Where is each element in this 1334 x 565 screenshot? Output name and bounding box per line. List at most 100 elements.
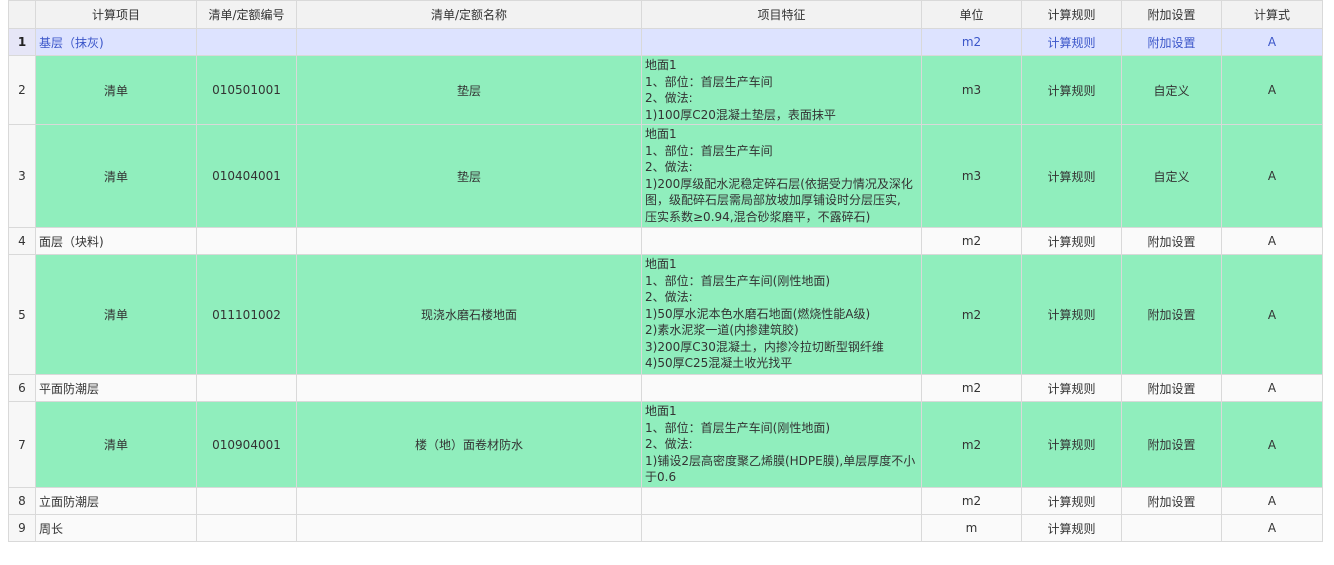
cell-calc-item[interactable]: 平面防潮层 xyxy=(35,374,197,402)
cell-unit[interactable]: m2 xyxy=(921,374,1022,402)
feature-line: 1、部位：首层生产车间 xyxy=(645,74,773,89)
cell-calc-item[interactable]: 立面防潮层 xyxy=(35,487,197,515)
cell-calc-item[interactable]: 清单 xyxy=(35,124,197,228)
cell-feature[interactable] xyxy=(641,28,922,56)
table-row[interactable]: 7 清单 010904001 楼（地）面卷材防水 地面1 1、部位：首层生产车间(刚性地面… xyxy=(8,401,1323,488)
table-row[interactable]: 8 立面防潮层 m2 计算规则 附加设置 A xyxy=(8,487,1323,515)
table-row[interactable]: 5 清单 011101002 现浇水磨石楼地面 地面1 1、部位：首层生产车间(刚性地面)… xyxy=(8,254,1323,375)
cell-feature[interactable]: 地面1 1、部位：首层生产车间(刚性地面) 2、做法: 1)铺设2层高密度聚乙烯膜(H… xyxy=(641,401,922,488)
row-number[interactable]: 7 xyxy=(8,401,36,488)
row-number[interactable]: 3 xyxy=(8,124,36,228)
header-unit[interactable]: 单位 xyxy=(921,0,1022,29)
cell-calc-rule[interactable]: 计算规则 xyxy=(1021,374,1122,402)
cell-code[interactable] xyxy=(196,487,297,515)
cell-unit[interactable]: m2 xyxy=(921,227,1022,255)
table-row[interactable]: 4 面层（块料) m2 计算规则 附加设置 A xyxy=(8,227,1323,255)
cell-extra-settings[interactable]: 自定义 xyxy=(1121,124,1222,228)
cell-name[interactable] xyxy=(296,227,642,255)
cell-feature[interactable] xyxy=(641,227,922,255)
cell-unit[interactable]: m2 xyxy=(921,487,1022,515)
cell-extra-settings[interactable]: 附加设置 xyxy=(1121,227,1222,255)
cell-calc-item[interactable]: 清单 xyxy=(35,254,197,375)
cell-unit[interactable]: m3 xyxy=(921,124,1022,228)
cell-calc-item[interactable]: 基层（抹灰) xyxy=(35,28,197,56)
cell-formula[interactable]: A xyxy=(1221,487,1323,515)
cell-name[interactable]: 垫层 xyxy=(296,124,642,228)
cell-extra-settings[interactable]: 附加设置 xyxy=(1121,401,1222,488)
cell-code[interactable] xyxy=(196,374,297,402)
cell-formula[interactable]: A xyxy=(1221,254,1323,375)
cell-calc-rule[interactable]: 计算规则 xyxy=(1021,401,1122,488)
row-number[interactable]: 9 xyxy=(8,514,36,542)
cell-feature[interactable]: 地面1 1、部位：首层生产车间 2、做法: 1)200厚级配水泥稳定碎石层(依据受力情… xyxy=(641,124,922,228)
row-number[interactable]: 5 xyxy=(8,254,36,375)
cell-code[interactable]: 010404001 xyxy=(196,124,297,228)
cell-calc-rule[interactable]: 计算规则 xyxy=(1021,487,1122,515)
cell-unit[interactable]: m3 xyxy=(921,55,1022,125)
cell-calc-rule[interactable]: 计算规则 xyxy=(1021,28,1122,56)
cell-code[interactable]: 010501001 xyxy=(196,55,297,125)
cell-name[interactable]: 垫层 xyxy=(296,55,642,125)
cell-code[interactable]: 010904001 xyxy=(196,401,297,488)
table-row[interactable]: 6 平面防潮层 m2 计算规则 附加设置 A xyxy=(8,374,1323,402)
cell-formula[interactable]: A xyxy=(1221,55,1323,125)
table-row[interactable]: 9 周长 m 计算规则 A xyxy=(8,514,1323,542)
cell-code[interactable]: 011101002 xyxy=(196,254,297,375)
table-row[interactable]: 2 清单 010501001 垫层 地面1 1、部位：首层生产车间 2、做法: 1)100厚C… xyxy=(8,55,1323,125)
cell-feature[interactable]: 地面1 1、部位：首层生产车间(刚性地面) 2、做法: 1)50厚水泥本色水磨石地面(… xyxy=(641,254,922,375)
cell-calc-item[interactable]: 面层（块料) xyxy=(35,227,197,255)
cell-extra-settings[interactable]: 附加设置 xyxy=(1121,487,1222,515)
cell-name[interactable] xyxy=(296,374,642,402)
cell-code[interactable] xyxy=(196,514,297,542)
cell-calc-rule[interactable]: 计算规则 xyxy=(1021,227,1122,255)
cell-name[interactable] xyxy=(296,487,642,515)
table-row[interactable]: 3 清单 010404001 垫层 地面1 1、部位：首层生产车间 2、做法: 1)200厚级… xyxy=(8,124,1323,228)
cell-feature[interactable] xyxy=(641,374,922,402)
table-row[interactable]: 1 基层（抹灰) m2 计算规则 附加设置 A xyxy=(8,28,1323,56)
header-code[interactable]: 清单/定额编号 xyxy=(196,0,297,29)
cell-formula[interactable]: A xyxy=(1221,374,1323,402)
cell-name[interactable] xyxy=(296,28,642,56)
cell-calc-rule[interactable]: 计算规则 xyxy=(1021,254,1122,375)
row-number[interactable]: 1 xyxy=(8,28,36,56)
cell-unit[interactable]: m2 xyxy=(921,401,1022,488)
cell-feature[interactable] xyxy=(641,487,922,515)
cell-feature[interactable]: 地面1 1、部位：首层生产车间 2、做法: 1)100厚C20混凝土垫层，表面抹平 xyxy=(641,55,922,125)
header-calc-item[interactable]: 计算项目 xyxy=(35,0,197,29)
cell-name[interactable]: 楼（地）面卷材防水 xyxy=(296,401,642,488)
cell-calc-rule[interactable]: 计算规则 xyxy=(1021,55,1122,125)
cell-unit[interactable]: m xyxy=(921,514,1022,542)
row-number[interactable]: 2 xyxy=(8,55,36,125)
cell-formula[interactable]: A xyxy=(1221,514,1323,542)
cell-formula[interactable]: A xyxy=(1221,124,1323,228)
header-formula[interactable]: 计算式 xyxy=(1221,0,1323,29)
cell-calc-item[interactable]: 周长 xyxy=(35,514,197,542)
cell-formula[interactable]: A xyxy=(1221,227,1323,255)
row-number[interactable]: 8 xyxy=(8,487,36,515)
cell-feature[interactable] xyxy=(641,514,922,542)
header-calc-rule[interactable]: 计算规则 xyxy=(1021,0,1122,29)
header-feature[interactable]: 项目特征 xyxy=(641,0,922,29)
cell-code[interactable] xyxy=(196,227,297,255)
cell-extra-settings[interactable]: 附加设置 xyxy=(1121,28,1222,56)
header-name[interactable]: 清单/定额名称 xyxy=(296,0,642,29)
cell-formula[interactable]: A xyxy=(1221,28,1323,56)
cell-unit[interactable]: m2 xyxy=(921,28,1022,56)
header-extra-settings[interactable]: 附加设置 xyxy=(1121,0,1222,29)
cell-calc-rule[interactable]: 计算规则 xyxy=(1021,124,1122,228)
feature-line: 地面1 xyxy=(645,127,677,141)
row-number[interactable]: 6 xyxy=(8,374,36,402)
cell-calc-rule[interactable]: 计算规则 xyxy=(1021,514,1122,542)
cell-formula[interactable]: A xyxy=(1221,401,1323,488)
cell-extra-settings[interactable]: 附加设置 xyxy=(1121,374,1222,402)
cell-name[interactable]: 现浇水磨石楼地面 xyxy=(296,254,642,375)
cell-extra-settings[interactable]: 自定义 xyxy=(1121,55,1222,125)
cell-name[interactable] xyxy=(296,514,642,542)
row-number[interactable]: 4 xyxy=(8,227,36,255)
cell-calc-item[interactable]: 清单 xyxy=(35,55,197,125)
cell-unit[interactable]: m2 xyxy=(921,254,1022,375)
cell-extra-settings[interactable]: 附加设置 xyxy=(1121,254,1222,375)
cell-code[interactable] xyxy=(196,28,297,56)
cell-extra-settings[interactable] xyxy=(1121,514,1222,542)
cell-calc-item[interactable]: 清单 xyxy=(35,401,197,488)
